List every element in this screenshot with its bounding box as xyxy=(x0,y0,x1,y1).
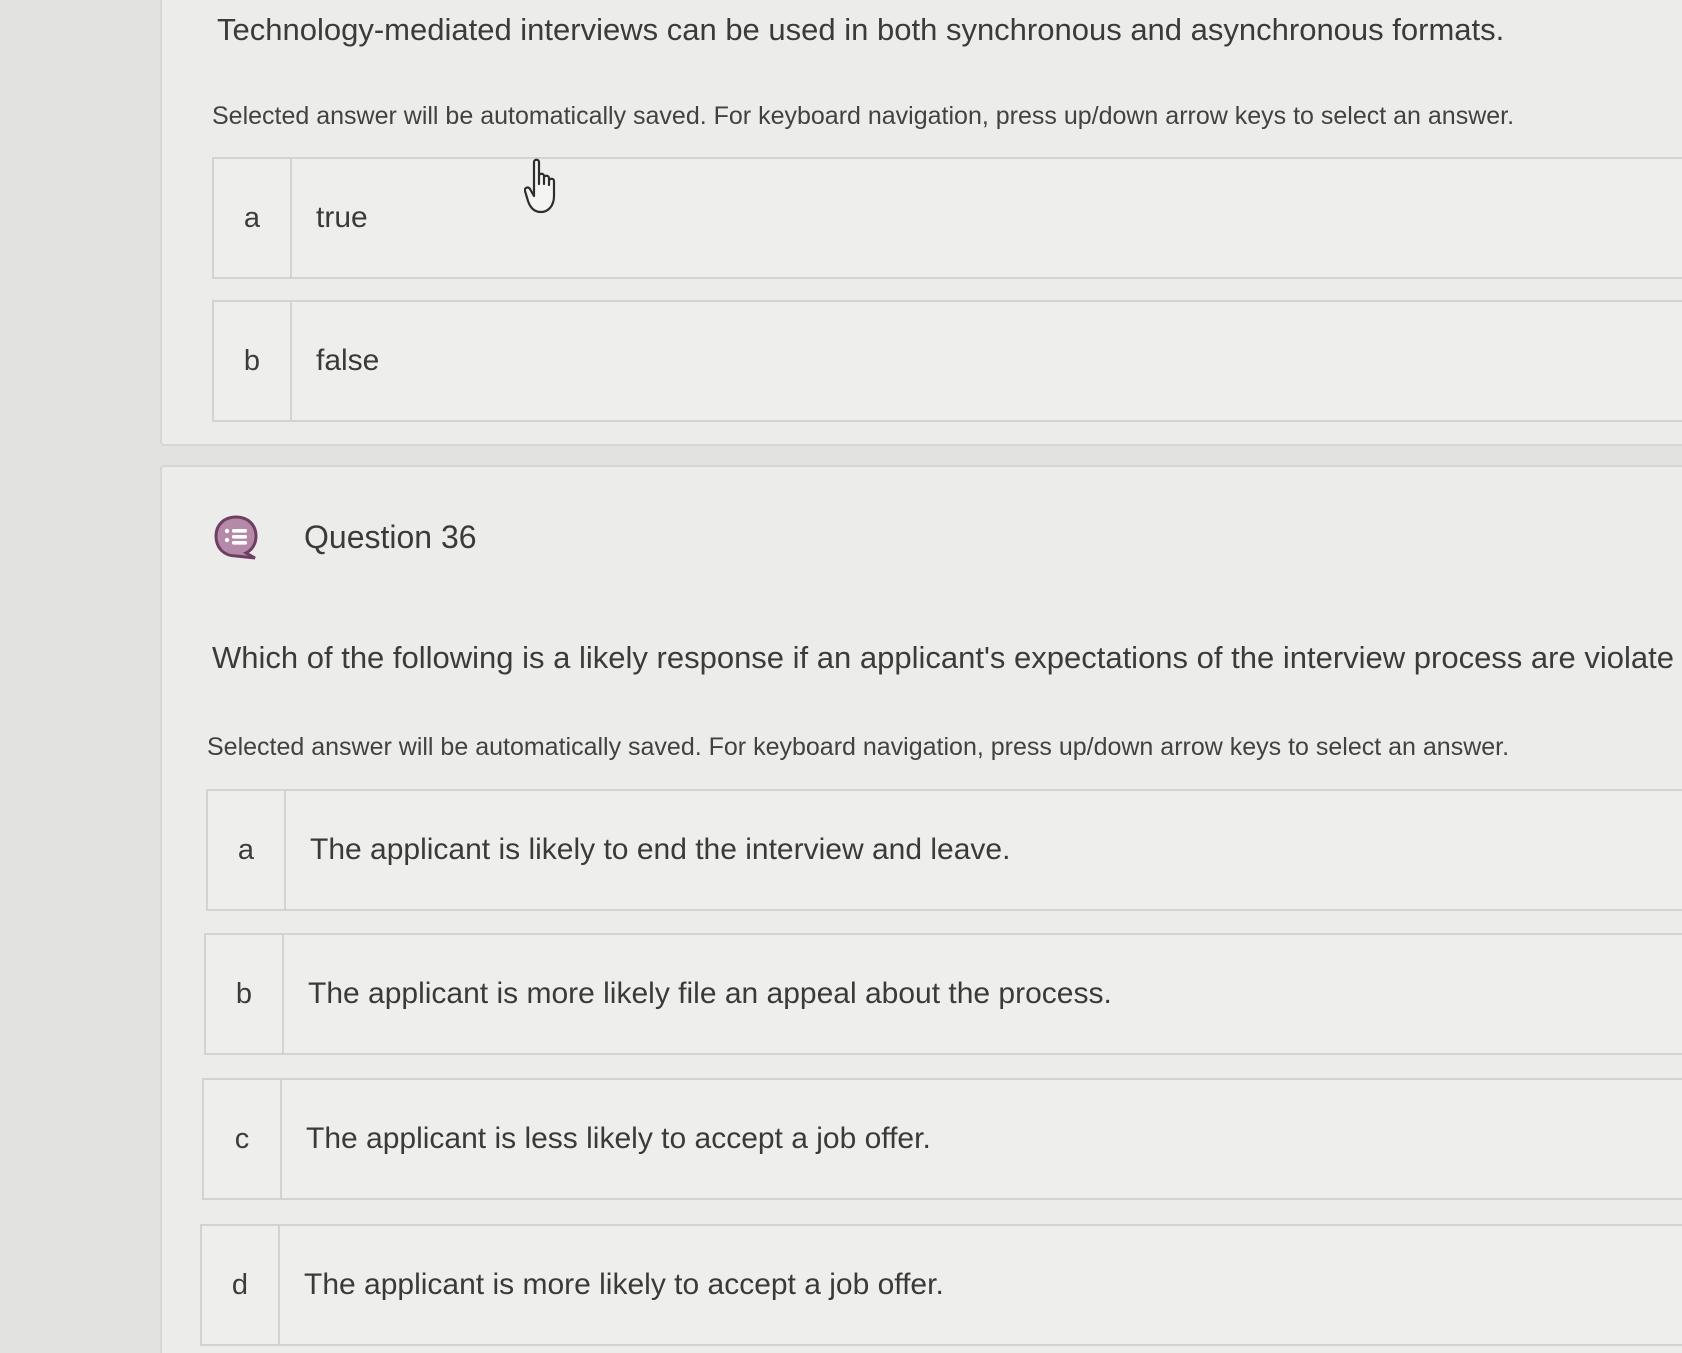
option-label: false xyxy=(316,344,380,377)
question-36-hint: Selected answer will be automatically sa… xyxy=(207,733,1510,761)
question-35-option-a[interactable]: a true xyxy=(212,157,1682,279)
option-letter: b xyxy=(206,935,284,1053)
option-letter: c xyxy=(204,1080,282,1198)
option-label: The applicant is less likely to accept a… xyxy=(306,1122,931,1155)
option-letter: a xyxy=(214,159,292,277)
question-36-option-b[interactable]: b The applicant is more likely file an a… xyxy=(204,933,1682,1055)
question-36-option-c[interactable]: c The applicant is less likely to accept… xyxy=(202,1078,1682,1200)
option-label: The applicant is likely to end the inter… xyxy=(310,833,1011,866)
question-36-title: Question 36 xyxy=(304,518,477,555)
option-letter: d xyxy=(202,1226,280,1344)
option-label: true xyxy=(316,201,368,234)
option-letter: b xyxy=(214,302,292,420)
question-35-text: Technology-mediated interviews can be us… xyxy=(217,12,1505,47)
option-label: The applicant is more likely file an app… xyxy=(308,977,1112,1010)
question-36-text: Which of the following is a likely respo… xyxy=(212,640,1674,675)
question-36-header: Question 36 xyxy=(213,514,477,560)
question-36-option-a[interactable]: a The applicant is likely to end the int… xyxy=(206,789,1682,911)
option-label: The applicant is more likely to accept a… xyxy=(304,1268,944,1301)
multiple-choice-icon xyxy=(214,515,258,560)
hand-pointer-cursor-icon xyxy=(524,158,556,214)
option-letter: a xyxy=(208,791,286,909)
quiz-page: Technology-mediated interviews can be us… xyxy=(0,0,1682,1353)
question-35-option-b[interactable]: b false xyxy=(212,300,1682,422)
question-36-option-d[interactable]: d The applicant is more likely to accept… xyxy=(200,1224,1682,1346)
question-35-hint: Selected answer will be automatically sa… xyxy=(212,102,1515,130)
